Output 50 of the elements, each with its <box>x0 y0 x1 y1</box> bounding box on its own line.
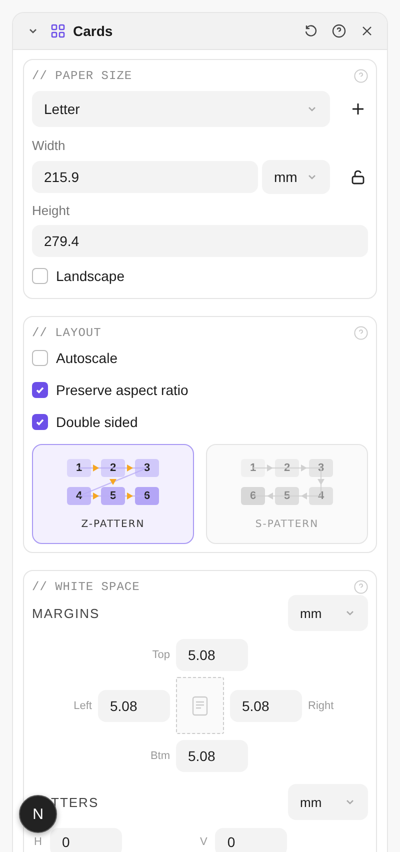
margin-input[interactable]: 5.08 <box>98 690 170 722</box>
checkbox[interactable] <box>32 350 48 366</box>
checkbox-row[interactable]: Double sided <box>32 406 368 438</box>
gutter-label: V <box>200 836 208 848</box>
unit-select[interactable]: mm <box>262 160 330 194</box>
unit-select[interactable]: mm <box>288 784 368 820</box>
margin-label: Left <box>74 700 92 712</box>
gutter-input[interactable]: 0 <box>215 828 288 852</box>
grid-icon <box>51 24 65 38</box>
page-cell: 2 <box>275 458 299 476</box>
page-cell: 4 <box>67 486 91 504</box>
page-cell: 2 <box>101 458 125 476</box>
field-label: Height <box>32 203 70 218</box>
paper-size-select[interactable]: Letter <box>32 91 330 127</box>
check-icon <box>35 417 45 427</box>
height-input[interactable]: 279.4 <box>32 225 368 257</box>
checkbox-row[interactable]: Autoscale <box>32 342 368 374</box>
page-cell: 6 <box>241 486 265 504</box>
margin-input[interactable]: 5.08 <box>176 639 248 671</box>
unit-select[interactable]: mm <box>288 595 368 631</box>
pattern-option[interactable]: 1 2 3 4 5 6 Z-PATTERN <box>32 444 194 544</box>
check-icon <box>35 385 45 395</box>
checkbox-row[interactable]: Landscape <box>32 262 368 290</box>
page-cell: 3 <box>135 458 159 476</box>
margin-label: Top <box>152 649 170 661</box>
checkbox-row[interactable]: Preserve aspect ratio <box>32 374 368 406</box>
page-cell: 5 <box>275 486 299 504</box>
section-title: // PAPER SIZE <box>32 69 132 83</box>
checkbox[interactable] <box>32 268 48 284</box>
page-cell: 5 <box>101 486 125 504</box>
width-input[interactable]: 215.9 <box>32 161 258 193</box>
panel-title: Cards <box>73 23 114 39</box>
page-cell: 6 <box>135 486 159 504</box>
page-cell: 3 <box>309 458 333 476</box>
document-icon <box>192 696 208 716</box>
checkbox[interactable] <box>32 414 48 430</box>
section-title: // LAYOUT <box>32 326 102 340</box>
page-cell: 4 <box>309 486 333 504</box>
field-label: Width <box>32 138 66 153</box>
checkbox[interactable] <box>32 382 48 398</box>
margin-input[interactable]: 5.08 <box>176 740 248 772</box>
gutter-label: H <box>34 836 42 848</box>
margin-input[interactable]: 5.08 <box>230 690 302 722</box>
page-cell: 1 <box>241 458 265 476</box>
margin-label: Btm <box>150 750 170 762</box>
section-title: // WHITE SPACE <box>32 580 140 594</box>
margins-label: MARGINS <box>32 606 100 620</box>
margin-label: Right <box>308 700 335 712</box>
page-cell: 1 <box>67 458 91 476</box>
gutter-input[interactable]: 0 <box>50 828 122 852</box>
